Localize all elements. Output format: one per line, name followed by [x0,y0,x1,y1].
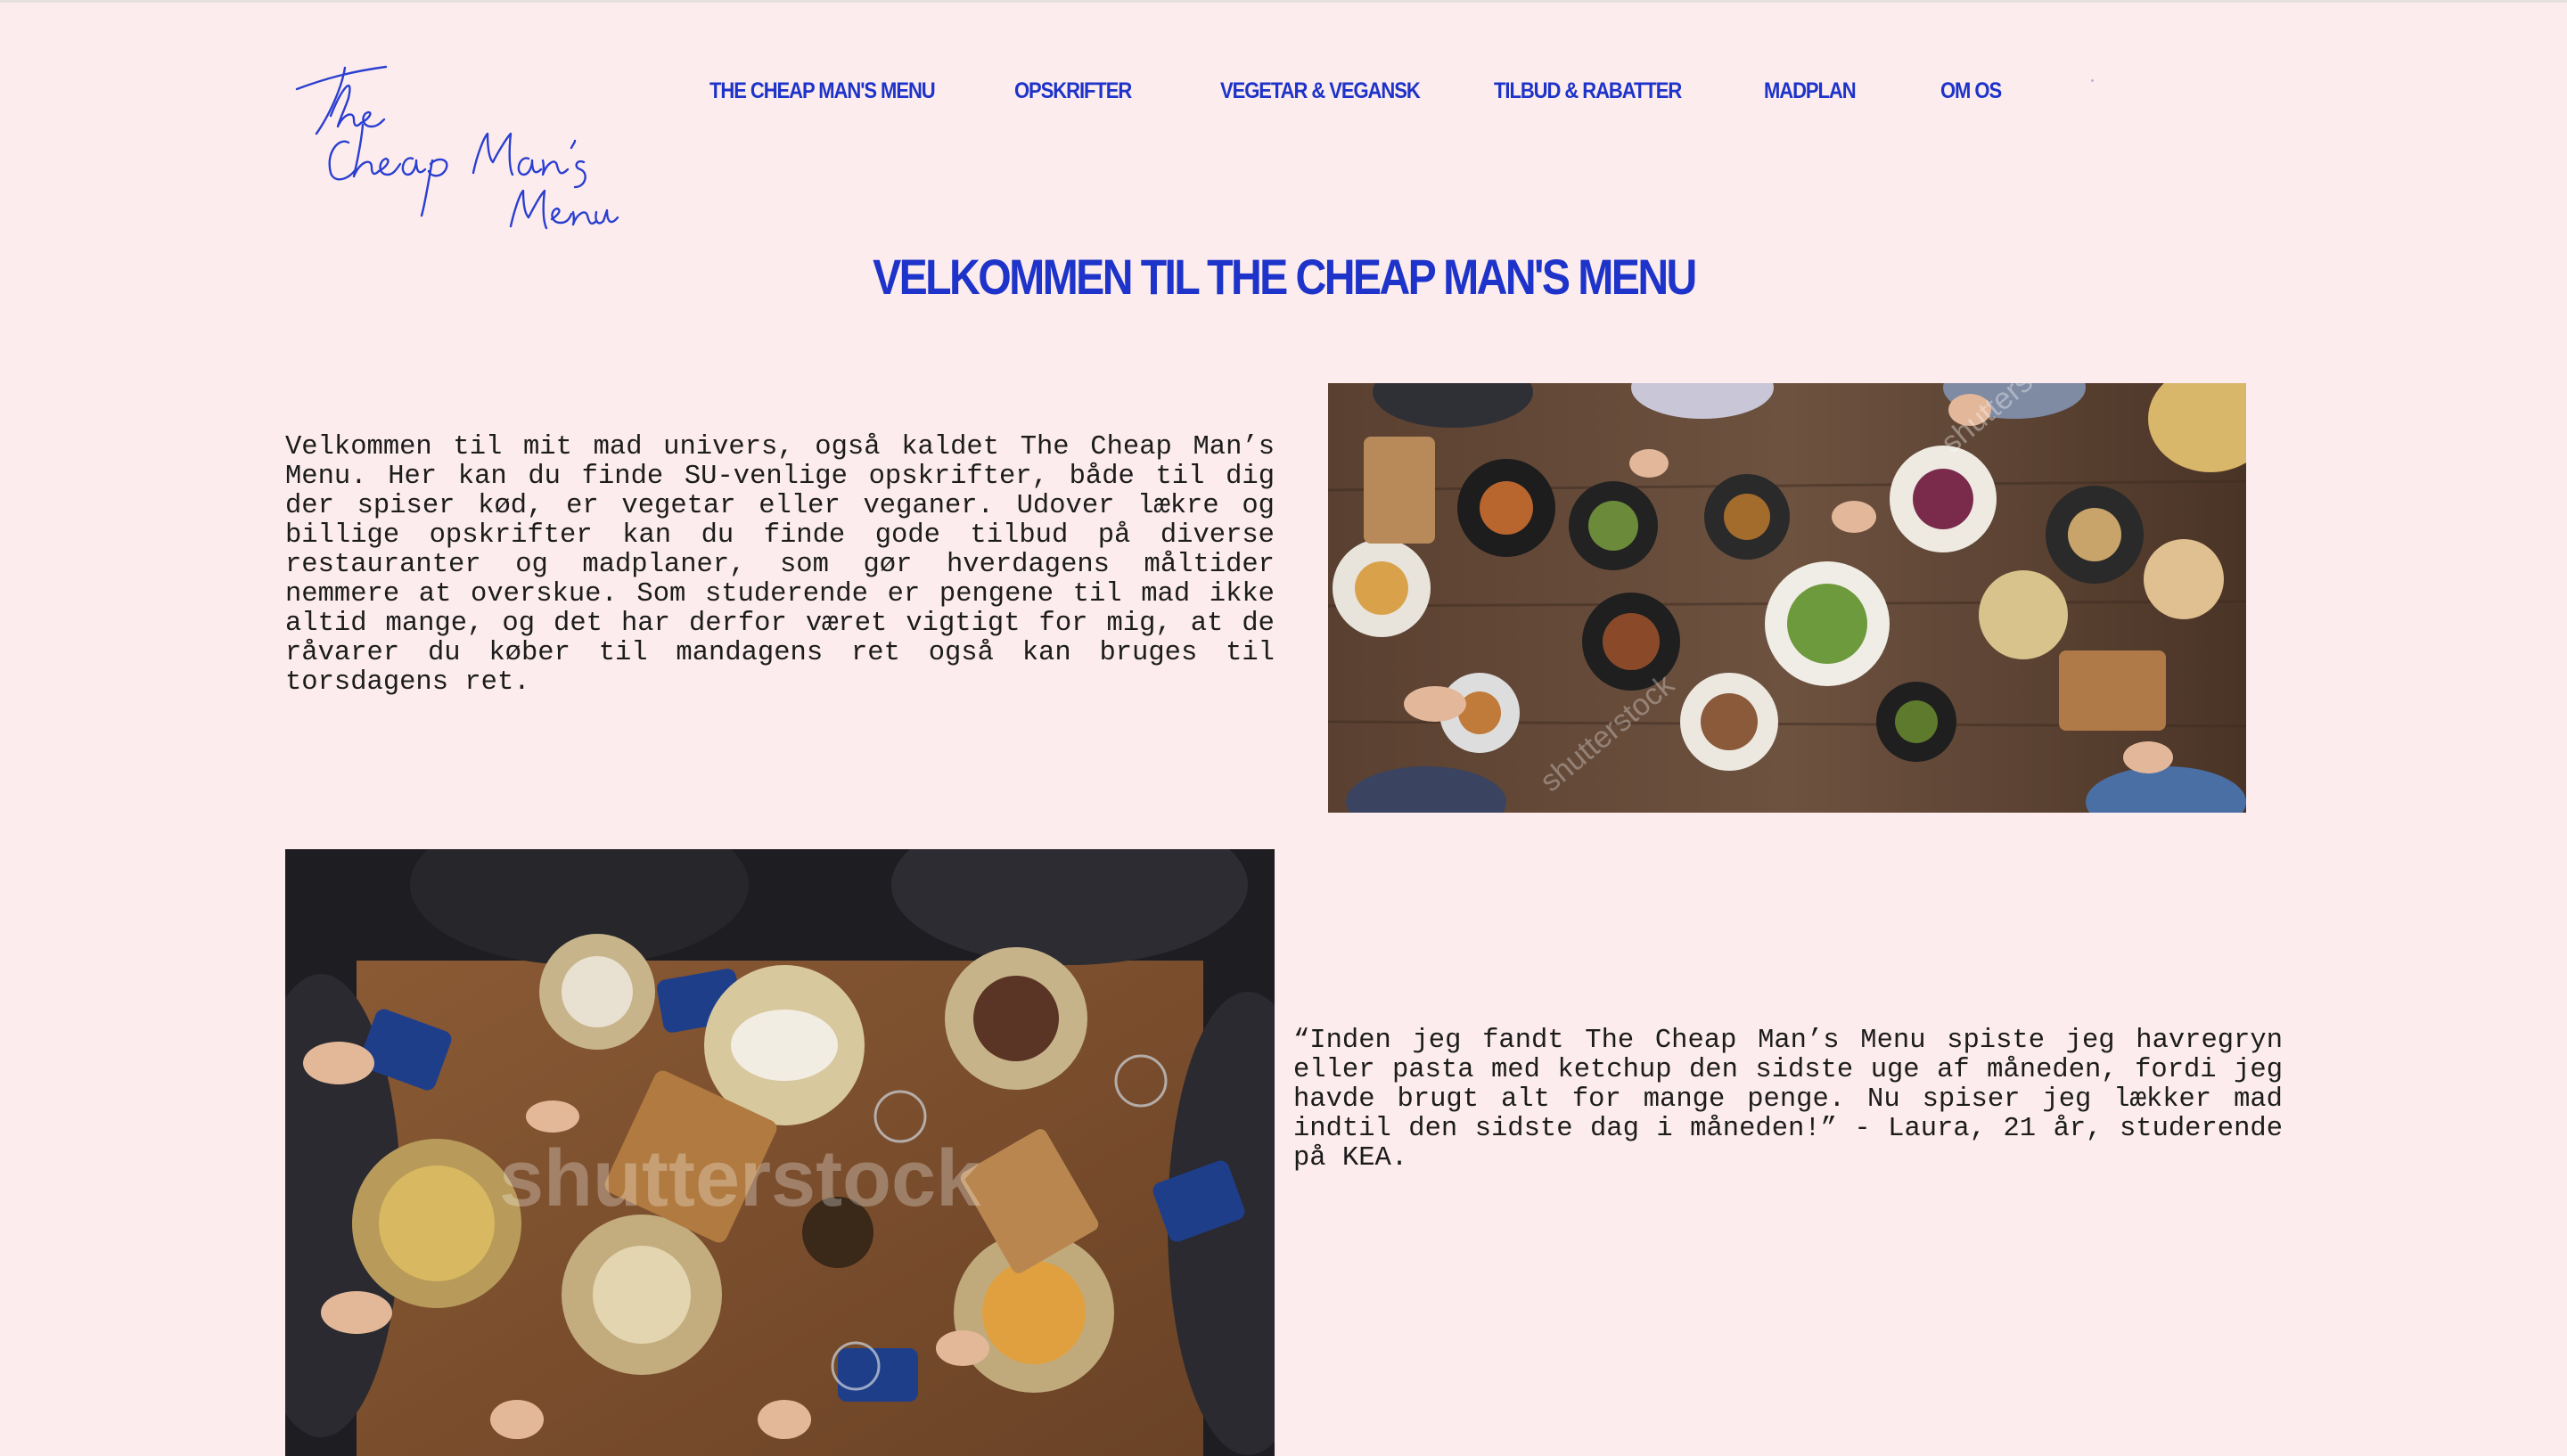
dinner-table-image: shutterstock [285,849,1275,1456]
site-logo[interactable] [290,62,619,241]
page-title-text: VELKOMMEN TIL THE CHEAP MAN'S MENU [872,249,1697,305]
nav-item-vegetar-vegansk[interactable]: VEGETAR & VEGANSK [1220,78,1421,104]
nav-item-tilbud-rabatter[interactable]: TILBUD & RABATTER [1494,78,1682,104]
food-table-image: shutterstock shutterstock [1328,383,2246,813]
logo-script-graphic [295,65,619,230]
nav-item-om-os[interactable]: OM OS [1940,78,2002,104]
page-title: VELKOMMEN TIL THE CHEAP MAN'S MENU [0,248,2567,306]
testimonial-quote: “Inden jeg fandt The Cheap Man’s Menu sp… [1293,1026,2283,1174]
intro-paragraph: Velkommen til mit mad univers, også kald… [285,432,1275,698]
nav-item-madplan[interactable]: MADPLAN [1764,78,1857,104]
top-border [0,0,2567,3]
nav-more-indicator [2091,79,2094,82]
nav-item-opskrifter[interactable]: OPSKRIFTER [1014,78,1132,104]
nav-item-the-cheap-mans-menu[interactable]: THE CHEAP MAN'S MENU [709,78,936,104]
watermark-text-2: shutterstock [499,1134,981,1223]
